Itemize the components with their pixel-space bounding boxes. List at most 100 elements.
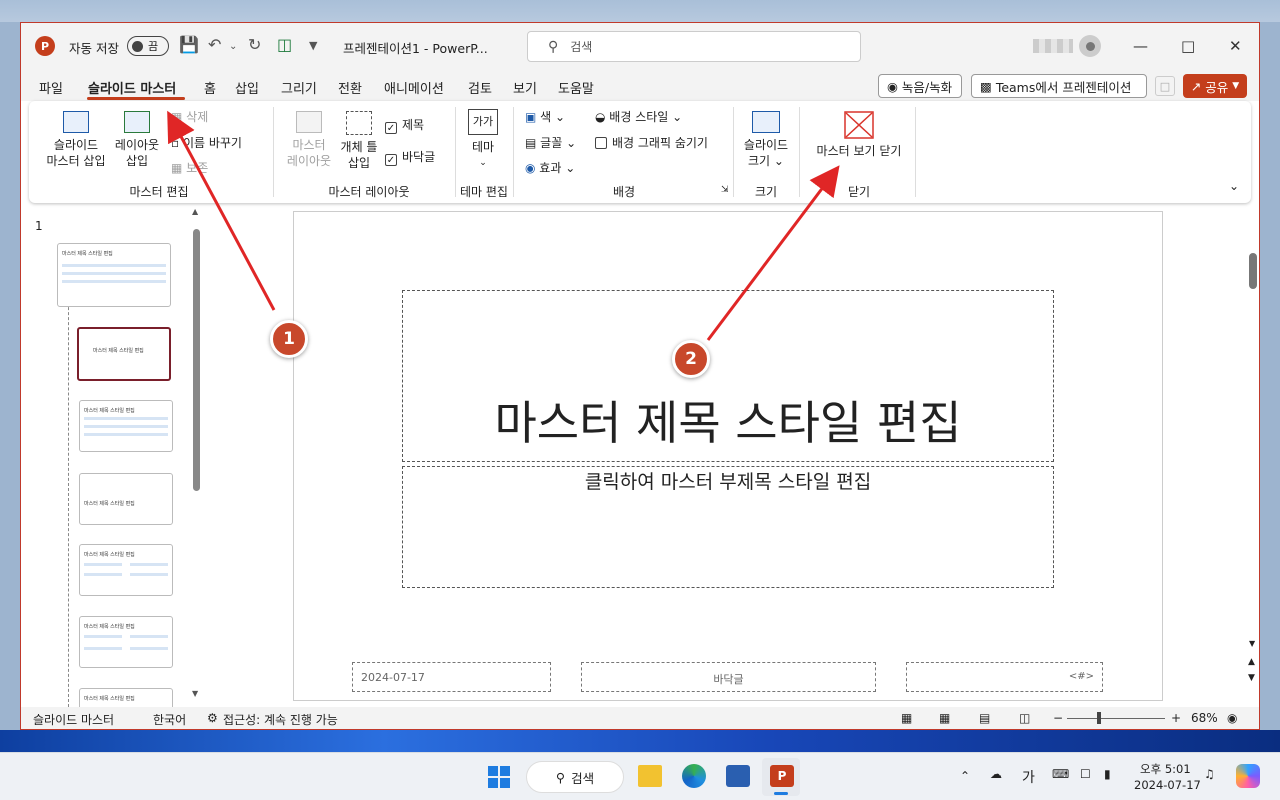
accessibility-icon: ⚙ [207,711,218,725]
maximize-icon[interactable]: □ [1181,37,1195,55]
zoom-slider[interactable] [1067,718,1165,719]
taskbar-search[interactable]: ⚲ 검색 [526,761,624,793]
undo-icon[interactable]: ↶ [208,35,221,54]
tray-overflow-icon[interactable]: ⌃ [960,769,970,783]
network-icon[interactable]: ☐ [1080,767,1091,781]
tab-animations[interactable]: 애니메이션 [384,78,444,97]
layout-thumbnail[interactable]: 마스터 제목 스타일 편집 [79,616,173,668]
teams-present-button[interactable]: ▩ Teams에서 프레젠테이션 [971,74,1147,98]
delete-button[interactable]: ▦ 삭제 [171,109,208,125]
close-icon[interactable]: ✕ [1229,37,1242,55]
comment-icon[interactable]: □ [1155,76,1175,96]
layout-connector-line [68,287,69,707]
normal-view-icon[interactable]: ▦ [901,711,912,725]
rename-button[interactable]: ▫ 이름 바꾸기 [171,135,242,151]
language-icon[interactable]: ⌨ [1052,767,1069,781]
colors-button[interactable]: ▣ 색 ⌄ [525,109,565,125]
footer-checkbox[interactable]: ✓ 바닥글 [385,149,435,166]
share-icon: ↗ [1190,78,1202,94]
reading-view-icon[interactable]: ▤ [979,711,990,725]
share-button[interactable]: ↗ 공유 ▼ [1183,74,1247,98]
scroll-down-icon[interactable]: ▼ [192,689,198,698]
tab-help[interactable]: 도움말 [558,78,594,97]
footer-placeholder[interactable]: 바닥글 [581,662,876,692]
clock-time[interactable]: 오후 5:01 [1140,761,1191,777]
next-slide-icon[interactable]: ▼ [1248,673,1255,683]
background-styles-button[interactable]: ◒ 배경 스타일 ⌄ [595,109,682,125]
layout-thumbnail[interactable]: 마스터 제목 스타일 편집 [79,400,173,452]
fit-to-window-icon[interactable]: ◉ [1227,711,1237,725]
dialog-launcher-icon[interactable]: ⇲ [721,185,729,195]
subtitle-placeholder[interactable]: 클릭하여 마스터 부제목 스타일 편집 [402,466,1054,588]
save-icon[interactable]: 💾 [179,35,199,54]
effects-button[interactable]: ◉ 효과 ⌄ [525,160,575,176]
slide-size-button[interactable]: 슬라이드 크기 ⌄ [741,111,791,169]
tab-view[interactable]: 보기 [513,78,537,97]
slide-canvas[interactable]: 마스터 제목 스타일 편집 클릭하여 마스터 부제목 스타일 편집 2024-0… [293,211,1163,701]
preserve-button[interactable]: ▦ 보존 [171,160,208,176]
tab-slide-master[interactable]: 슬라이드 마스터 [88,78,176,97]
insert-layout-button[interactable]: 레이아웃 삽입 [111,111,163,169]
insert-placeholder-button[interactable]: 개체 틀 삽입 [337,111,381,171]
layout-thumbnail[interactable]: 마스터 제목 스타일 편집 [79,688,173,707]
onedrive-icon[interactable]: ☁ [990,767,1002,781]
themes-button[interactable]: 가가 테마 ⌄ [463,109,503,171]
close-master-view-button[interactable]: 마스터 보기 닫기 [809,111,909,159]
clock-date[interactable]: 2024-07-17 [1134,778,1201,792]
previous-slide-icon[interactable]: ▲ [1248,657,1255,667]
zoom-slider-thumb[interactable] [1097,712,1101,724]
page-number-placeholder[interactable]: <#> [906,662,1103,692]
insert-slide-master-button[interactable]: 슬라이드 마스터 삽입 [43,111,109,169]
ribbon-collapse-icon[interactable]: ⌄ [1229,179,1239,193]
editor-scrollbar[interactable]: ▼ ▲ ▼ [1247,209,1259,689]
accessibility-label[interactable]: 접근성: 계속 진행 가능 [223,711,338,728]
record-button[interactable]: ◉ 녹음/녹화 [878,74,962,98]
ime-indicator[interactable]: 가 [1022,767,1035,787]
powerpoint-taskbar-button[interactable]: P [762,758,800,796]
store-icon[interactable] [726,765,750,787]
title-placeholder[interactable]: 마스터 제목 스타일 편집 [402,290,1054,462]
redo-icon[interactable]: ↻ [248,35,261,54]
search-box[interactable]: ⚲ 검색 [527,31,861,62]
slide-number: 1 [35,219,43,233]
tab-draw[interactable]: 그리기 [281,78,317,97]
title-checkbox[interactable]: ✓ 제목 [385,117,424,134]
language-label[interactable]: 한국어 [153,711,186,728]
copilot-icon[interactable] [1236,764,1260,788]
tab-home[interactable]: 홈 [204,78,216,97]
autosave-toggle[interactable]: 끔 [127,36,169,56]
notification-bell-icon[interactable]: ♫ [1204,767,1215,781]
slide-master-thumbnail[interactable]: 마스터 제목 스타일 편집 [57,243,171,307]
date-placeholder[interactable]: 2024-07-17 [352,662,551,692]
title-layout-thumbnail[interactable]: 마스터 제목 스타일 편집 [77,327,171,381]
tab-insert[interactable]: 삽입 [235,78,259,97]
scroll-down-icon[interactable]: ▼ [1249,639,1255,648]
slide-sorter-icon[interactable]: ▦ [939,711,950,725]
zoom-in-icon[interactable]: + [1171,711,1181,725]
master-layout-button[interactable]: 마스터 레이아웃 [281,111,337,169]
group-label-master-edit: 마스터 편집 [129,185,189,199]
tab-transitions[interactable]: 전환 [338,78,362,97]
present-icon[interactable]: ◫ [277,35,292,54]
start-icon[interactable] [488,766,510,788]
battery-icon[interactable]: ▮ [1104,767,1111,781]
layout-thumbnail[interactable]: 마스터 제목 스타일 편집 [79,544,173,596]
zoom-out-icon[interactable]: − [1053,711,1063,725]
layout-thumbnail[interactable]: 마스터 제목 스타일 편집 [79,473,173,525]
file-explorer-icon[interactable] [638,765,662,787]
thumbnail-scrollbar[interactable]: ▲ ▼ [191,207,201,698]
tab-review[interactable]: 검토 [468,78,492,97]
avatar[interactable] [1079,35,1101,57]
customize-qat-icon[interactable]: ▼ [309,39,317,52]
undo-dropdown-icon[interactable]: ⌄ [229,41,237,52]
edge-icon[interactable] [682,764,706,788]
minimize-icon[interactable]: — [1133,37,1148,55]
editor-scroll-thumb[interactable] [1249,253,1257,289]
slideshow-icon[interactable]: ◫ [1019,711,1030,725]
fonts-button[interactable]: ▤ 글꼴 ⌄ [525,135,576,151]
hide-background-graphics-checkbox[interactable]: 배경 그래픽 숨기기 [595,135,708,151]
tab-file[interactable]: 파일 [39,78,63,97]
zoom-level[interactable]: 68% [1191,711,1218,725]
scroll-up-icon[interactable]: ▲ [192,207,198,216]
slide-subtitle: 클릭하여 마스터 부제목 스타일 편집 [584,471,872,493]
